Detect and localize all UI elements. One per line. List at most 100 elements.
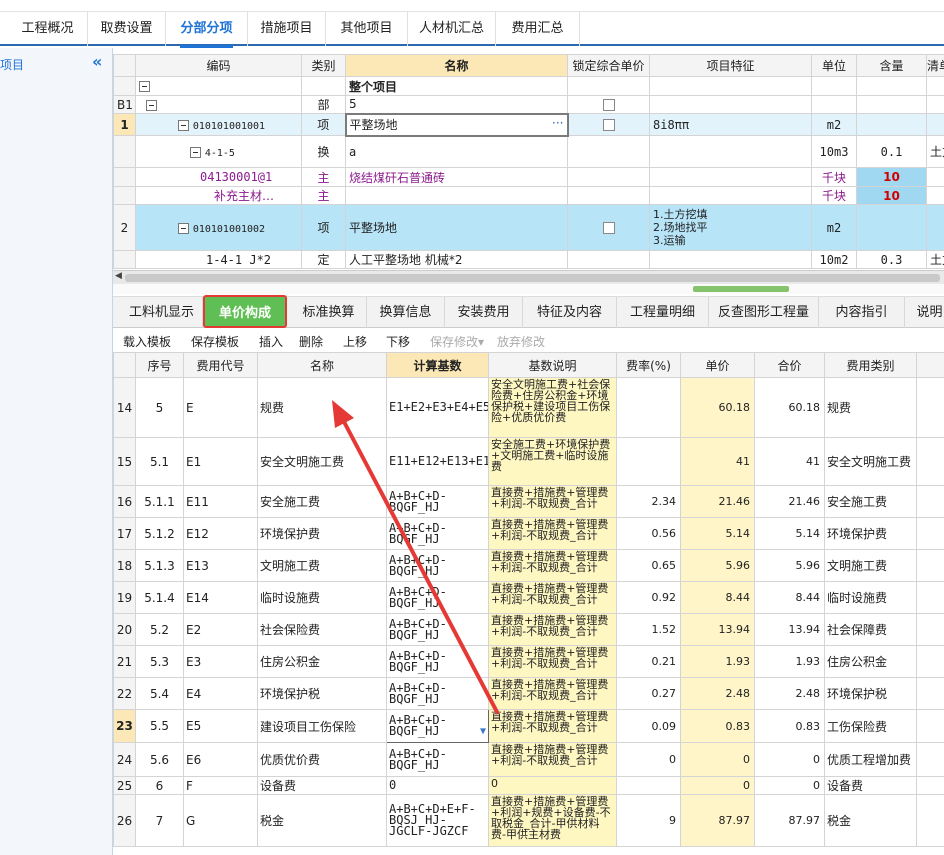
total-cell[interactable]: 2.48 <box>754 677 825 710</box>
lock-price-checkbox[interactable] <box>602 222 615 234</box>
rate-cell[interactable]: 1.52 <box>616 613 681 646</box>
code-cell[interactable]: E13 <box>183 549 258 582</box>
tab-install-fee[interactable]: 安装费用 <box>445 297 523 328</box>
total-cell[interactable]: 87.97 <box>754 794 825 847</box>
rate-cell[interactable] <box>616 437 681 486</box>
code-cell[interactable]: E4 <box>183 677 258 710</box>
row-qty[interactable]: 10 <box>856 167 927 187</box>
tab-fee-settings[interactable]: 取费设置 <box>88 12 166 46</box>
splitter-grip[interactable] <box>693 286 789 292</box>
code-cell[interactable]: E3 <box>183 645 258 678</box>
seq-cell[interactable]: 5.1.3 <box>135 549 184 582</box>
code-cell[interactable]: F <box>183 776 258 795</box>
delete-button[interactable]: 删除 <box>299 333 323 350</box>
total-cell[interactable]: 0 <box>754 776 825 795</box>
code-cell[interactable]: E <box>183 377 258 438</box>
name-cell[interactable]: 安全施工费 <box>257 485 387 518</box>
base-cell[interactable]: A+B+C+D-BQGF_HJ <box>386 517 489 550</box>
name-cell[interactable]: 环境保护费 <box>257 517 387 550</box>
rate-cell[interactable]: 0 <box>616 742 681 777</box>
name-cell[interactable]: 文明施工费 <box>257 549 387 582</box>
col-feature-header[interactable]: 项目特征 <box>649 54 812 77</box>
table-row[interactable]: 04130001@1 主 烧结煤矸石普通砖 千块 10 <box>113 167 944 187</box>
seq-cell[interactable]: 5.1.4 <box>135 581 184 614</box>
category-cell[interactable]: 工伤保险费 <box>824 709 917 743</box>
table-row[interactable]: 1 010101001001 项 平整场地 ··· 8i8ππ m2 <box>113 112 944 137</box>
table-row[interactable]: 补充主材… 主 千块 10 <box>113 186 944 205</box>
base-cell[interactable]: A+B+C+D-BQGF_HJ <box>386 549 489 582</box>
seq-cell[interactable]: 7 <box>135 794 184 847</box>
rate-cell[interactable]: 0.27 <box>616 677 681 710</box>
category-cell[interactable]: 临时设施费 <box>824 581 917 614</box>
load-template-button[interactable]: 载入模板 <box>123 333 171 350</box>
horizontal-scrollbar[interactable]: ◀ <box>113 270 944 284</box>
tab-sub-items[interactable]: 分部分项 <box>166 12 248 48</box>
table-row[interactable]: 145E规费E1+E2+E3+E4+E5+E6安全文明施工费+社会保险费+住房公… <box>113 377 944 438</box>
row-code[interactable]: 补充主材… <box>135 186 302 205</box>
col-base-desc-header[interactable]: 基数说明 <box>488 352 617 378</box>
code-cell[interactable]: E6 <box>183 742 258 777</box>
table-row[interactable]: 20 5.2 E2 社会保险费 A+B+C+D-BQGF_HJ 直接费+措施费+管理费+利… <box>113 613 944 646</box>
tab-unit-price-composition[interactable]: 单价构成 <box>203 295 287 328</box>
collapse-toggle-icon[interactable] <box>190 146 201 158</box>
lock-price-checkbox[interactable] <box>602 119 615 131</box>
tab-labor-material[interactable]: 工料机显示 <box>121 297 203 328</box>
name-cell[interactable]: 建设项目工伤保险 <box>257 709 387 743</box>
tab-labor-material-summary[interactable]: 人材机汇总 <box>408 12 496 46</box>
row-feature[interactable]: 1.土方挖填 2.场地找平 3.运输 <box>649 204 812 251</box>
col-unit-header[interactable]: 单位 <box>811 54 857 77</box>
row-name[interactable]: 整个项目 <box>345 76 568 96</box>
save-template-button[interactable]: 保存模板 <box>191 333 239 350</box>
base-desc-cell[interactable]: 安全施工费+环境保护费+文明施工费+临时设施费 <box>488 437 617 486</box>
name-cell[interactable]: 优质优价费 <box>257 742 387 777</box>
scrollbar-thumb[interactable] <box>125 274 940 282</box>
unit-price-cell[interactable]: 0 <box>680 776 755 795</box>
row-code[interactable]: 010101001002 <box>193 224 265 235</box>
total-cell[interactable]: 41 <box>754 437 825 486</box>
table-row[interactable]: 19 5.1.4 E14 临时设施费 A+B+C+D-BQGF_HJ 直接费+措施费+管理… <box>113 581 944 614</box>
more-ellipsis-icon[interactable]: ··· <box>552 116 563 130</box>
rate-cell[interactable] <box>616 377 681 438</box>
col-lock-price-header[interactable]: 锁定综合单价 <box>567 54 650 77</box>
row-name[interactable]: 烧结煤矸石普通砖 <box>345 167 568 187</box>
tab-notes[interactable]: 说明 <box>905 297 944 328</box>
col-rate-header[interactable]: 费率(%) <box>616 352 681 378</box>
base-desc-cell[interactable]: 直接费+措施费+管理费+利润-不取规费_合计 <box>488 485 617 518</box>
row-name-editing[interactable]: 平整场地 ··· <box>344 112 569 137</box>
total-cell[interactable]: 13.94 <box>754 613 825 646</box>
unit-price-cell[interactable]: 5.14 <box>680 517 755 550</box>
col-unit-price-header[interactable]: 单价 <box>680 352 755 378</box>
base-cell[interactable]: A+B+C+D-BQGF_HJ <box>386 613 489 646</box>
table-row[interactable]: 18 5.1.3 E13 文明施工费 A+B+C+D-BQGF_HJ 直接费+措施费+管理… <box>113 549 944 582</box>
table-row[interactable]: 2 010101001002 项 平整场地 1.土方挖填 2.场地找平 3.运输… <box>113 204 944 251</box>
base-value[interactable]: A+B+C+D-BQGF_HJ <box>389 713 447 738</box>
rate-cell[interactable]: 2.34 <box>616 485 681 518</box>
code-cell[interactable]: E12 <box>183 517 258 550</box>
base-desc-cell[interactable]: 直接费+措施费+管理费+利润+规费+设备费-不取税金_合计-甲供材料费-甲供主材… <box>488 794 617 847</box>
col-total-header[interactable]: 合价 <box>754 352 825 378</box>
rate-cell[interactable]: 0.92 <box>616 581 681 614</box>
collapse-toggle-icon[interactable] <box>178 222 189 234</box>
unit-price-cell[interactable]: 8.44 <box>680 581 755 614</box>
table-row[interactable]: 4-1-5 换 a 10m3 0.1 土方挖填 <box>113 135 944 168</box>
collapse-toggle-icon[interactable] <box>146 99 157 111</box>
collapse-toggle-icon[interactable] <box>139 81 150 92</box>
seq-cell[interactable]: 5.3 <box>135 645 184 678</box>
base-desc-cell[interactable]: 直接费+措施费+管理费+利润-不取规费_合计 <box>488 742 617 777</box>
collapse-toggle-icon[interactable] <box>178 119 189 131</box>
base-desc-cell[interactable]: 直接费+措施费+管理费+利润-不取规费_合计 <box>488 677 617 710</box>
table-row[interactable]: 23 5.5 E5 建设项目工伤保险 A+B+C+D-BQGF_HJ ▼ 直接费+措施费+管… <box>113 709 944 743</box>
seq-cell[interactable]: 5.4 <box>135 677 184 710</box>
row-name[interactable]: a <box>345 135 568 168</box>
row-qty[interactable]: 10 <box>856 186 927 205</box>
collapse-chevron-icon[interactable]: « <box>92 52 102 71</box>
tab-other-items[interactable]: 其他项目 <box>326 12 408 46</box>
total-cell[interactable]: 5.14 <box>754 517 825 550</box>
unit-price-cell[interactable]: 21.46 <box>680 485 755 518</box>
base-desc-cell[interactable]: 直接费+措施费+管理费+利润-不取规费_合计 <box>488 549 617 582</box>
base-desc-cell[interactable]: 直接费+措施费+管理费+利润-不取规费_合计 <box>488 613 617 646</box>
name-cell[interactable]: 社会保险费 <box>257 613 387 646</box>
seq-cell[interactable]: 5.6 <box>135 742 184 777</box>
pane-splitter[interactable] <box>113 284 944 294</box>
col-code-header[interactable]: 费用代号 <box>183 352 258 378</box>
